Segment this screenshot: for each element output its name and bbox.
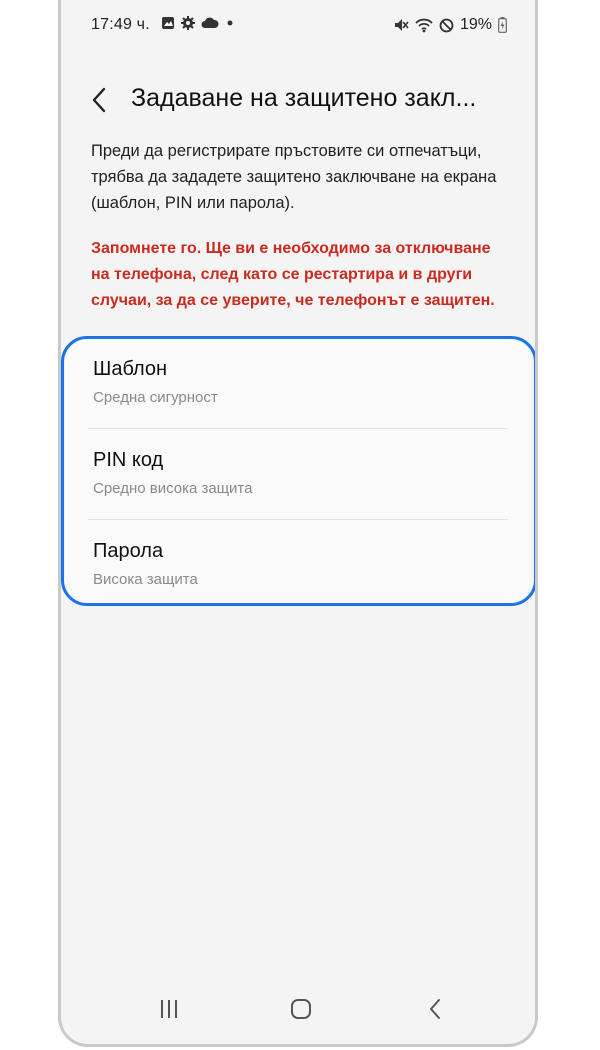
battery-percent: 19%	[459, 16, 492, 33]
gallery-icon	[162, 17, 174, 29]
option-subtitle: Средно висока защита	[93, 480, 253, 497]
nav-back-icon[interactable]	[415, 994, 455, 1024]
option-title: PIN код	[93, 449, 164, 471]
warning-text: Запомнете го. Ще ви е необходимо за откл…	[91, 240, 495, 309]
status-time: 17:49 ч.	[91, 16, 150, 33]
status-icons-left	[161, 16, 235, 30]
no-sim-icon	[439, 18, 454, 32]
lock-options-list: Шаблон Средна сигурност PIN код Средно в…	[65, 338, 531, 604]
status-bar: 17:49 ч. 19%	[61, 0, 535, 50]
settings-gear-icon	[181, 16, 195, 30]
option-pattern[interactable]: Шаблон Средна сигурност	[65, 338, 531, 428]
option-pin[interactable]: PIN код Средно висока защита	[65, 429, 531, 519]
header: Задаване на защитено закл...	[61, 78, 535, 122]
mute-icon	[394, 19, 409, 31]
dot-icon	[227, 20, 233, 26]
option-subtitle: Висока защита	[93, 571, 198, 588]
phone-screen: 17:49 ч. 19% Задаване на защитено закл..…	[58, 0, 538, 1047]
battery-icon	[498, 17, 507, 33]
status-icons-right: 19%	[393, 16, 507, 34]
wifi-icon	[415, 18, 433, 33]
home-icon[interactable]	[281, 994, 321, 1024]
option-password[interactable]: Парола Висока защита	[65, 520, 531, 610]
description-text: Преди да регистрирате пръстовите си отпе…	[91, 142, 497, 212]
option-title: Шаблон	[93, 358, 168, 380]
page-title: Задаване на защитено закл...	[131, 84, 477, 112]
navigation-bar	[61, 974, 535, 1044]
option-title: Парола	[93, 540, 164, 562]
cloud-icon	[201, 17, 219, 28]
option-subtitle: Средна сигурност	[93, 389, 218, 406]
recent-apps-icon[interactable]	[149, 994, 189, 1024]
back-arrow-icon[interactable]	[87, 84, 113, 116]
